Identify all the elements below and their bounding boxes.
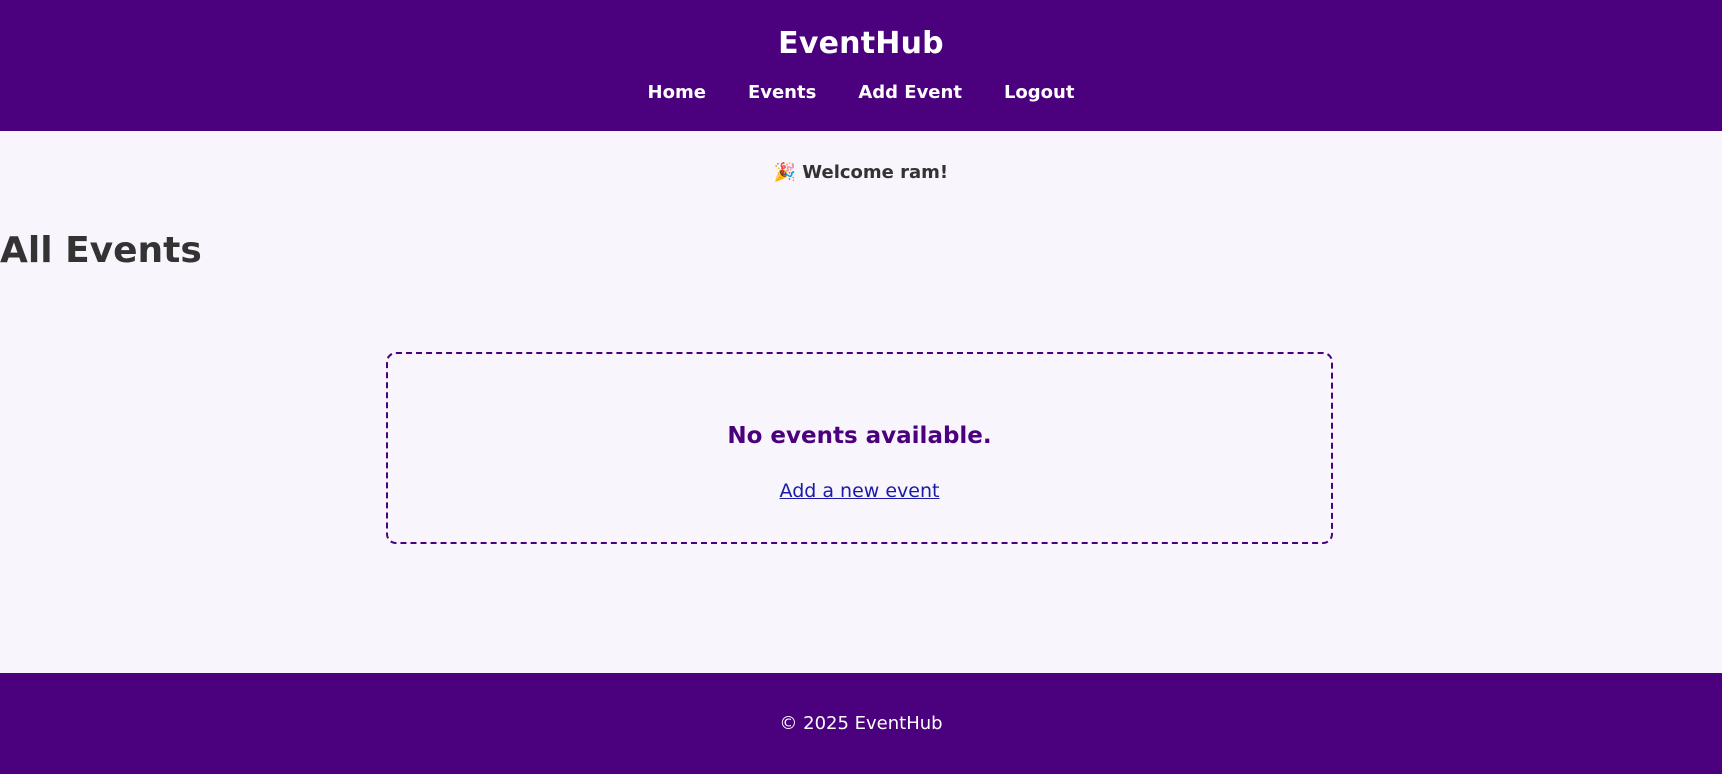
nav-link-logout[interactable]: Logout xyxy=(1004,82,1075,103)
main-nav: Home Events Add Event Logout xyxy=(0,82,1722,103)
empty-events-message: No events available. xyxy=(727,423,992,449)
site-footer: © 2025 EventHub xyxy=(0,673,1722,774)
nav-link-events[interactable]: Events xyxy=(748,82,816,103)
brand-title: EventHub xyxy=(778,26,944,61)
footer-copyright: © 2025 EventHub xyxy=(779,713,943,734)
empty-events-box: No events available. Add a new event xyxy=(386,352,1333,544)
add-event-link-wrapper: Add a new event xyxy=(388,480,1331,502)
site-header: EventHub Home Events Add Event Logout xyxy=(0,0,1722,131)
party-popper-icon: 🎉 xyxy=(773,162,797,183)
nav-link-add-event[interactable]: Add Event xyxy=(858,82,962,103)
nav-link-home[interactable]: Home xyxy=(648,82,706,103)
welcome-text: Welcome ram! xyxy=(802,162,949,183)
welcome-message: 🎉 Welcome ram! xyxy=(0,162,1722,183)
add-new-event-link[interactable]: Add a new event xyxy=(780,480,940,502)
page-title: All Events xyxy=(0,230,202,271)
